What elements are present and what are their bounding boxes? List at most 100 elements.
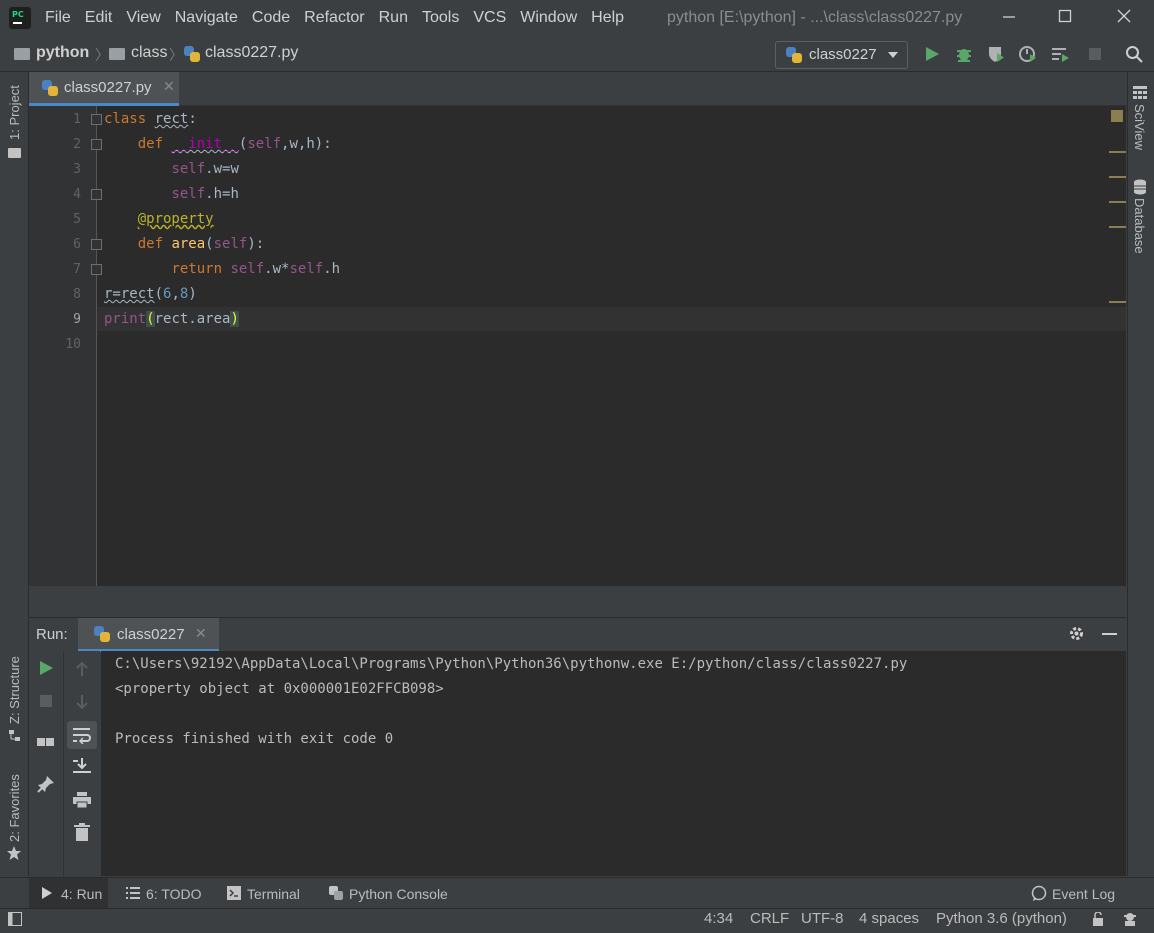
indent-setting[interactable]: 4 spaces [859, 910, 919, 927]
rerun-button[interactable] [38, 660, 54, 680]
run-tab-class0227[interactable]: class0227 ✕ [78, 618, 219, 652]
navigation-bar: python 〉 class 〉 class0227.py class0227 [0, 37, 1154, 72]
console-line: <property object at 0x000001E02FFCB098> [115, 681, 444, 697]
fold-marker-icon[interactable] [91, 239, 102, 250]
coverage-button[interactable] [987, 45, 1005, 63]
python-console-tool-tab[interactable]: Python Console [349, 886, 448, 902]
run-icon [926, 47, 939, 61]
scroll-up-button[interactable] [74, 661, 90, 681]
caret-position[interactable]: 4:34 [704, 910, 733, 927]
run-icon [40, 661, 53, 675]
run-configuration-select[interactable]: class0227 [775, 41, 908, 69]
maximize-button[interactable] [1052, 6, 1078, 30]
menu-refactor[interactable]: Refactor [304, 9, 364, 27]
star-icon [6, 845, 22, 865]
print-button[interactable] [73, 792, 91, 812]
editor-tab-label: class0227.py [64, 79, 152, 96]
close-tab-icon[interactable]: ✕ [163, 79, 175, 95]
scroll-to-end-button[interactable] [72, 757, 92, 779]
breadcrumb-file[interactable]: class0227.py [205, 44, 298, 62]
stop-icon [40, 695, 52, 707]
line-number: 3 [73, 162, 81, 177]
search-everywhere-button[interactable] [1125, 45, 1143, 63]
breadcrumb-folder[interactable]: class [131, 44, 167, 62]
line-separator[interactable]: CRLF [750, 910, 789, 927]
sciview-icon [1133, 86, 1147, 104]
warning-marker[interactable] [1109, 151, 1126, 153]
settings-button[interactable] [1068, 625, 1085, 646]
warning-marker[interactable] [1109, 301, 1126, 303]
hector-inspector-icon[interactable] [1122, 911, 1138, 931]
code-line-3: self.w=w [171, 161, 239, 177]
lock-icon[interactable] [1092, 911, 1106, 931]
menu-navigate[interactable]: Navigate [175, 9, 238, 27]
arrow-up-icon [76, 661, 88, 676]
menu-tools[interactable]: Tools [422, 9, 459, 27]
line-number: 5 [73, 212, 81, 227]
clear-all-button[interactable] [74, 823, 90, 845]
pin-tab-button[interactable] [37, 775, 55, 797]
run-button[interactable] [923, 45, 941, 63]
project-tool-tab[interactable]: 1: Project [7, 85, 22, 140]
fold-marker-icon[interactable] [91, 264, 102, 275]
close-tab-icon[interactable]: ✕ [195, 626, 207, 642]
line-number: 6 [73, 237, 81, 252]
sciview-tool-tab[interactable]: SciView [1132, 104, 1147, 150]
stop-button[interactable] [39, 694, 53, 712]
breadcrumb-separator: 〉 [95, 48, 109, 64]
warning-marker[interactable] [1109, 176, 1126, 178]
todo-tool-tab[interactable]: 6: TODO [146, 886, 202, 902]
menu-window[interactable]: Window [520, 9, 577, 27]
database-tool-tab[interactable]: Database [1132, 198, 1147, 254]
console-line: C:\Users\92192\AppData\Local\Programs\Py… [115, 656, 908, 672]
warning-marker[interactable] [1109, 201, 1126, 203]
favorites-tool-tab[interactable]: 2: Favorites [7, 774, 22, 842]
close-button[interactable] [1111, 6, 1137, 30]
run-toolbar-primary [29, 651, 64, 876]
menu-view[interactable]: View [126, 9, 160, 27]
code-line-7: return self.w*self.h [171, 261, 341, 277]
python-interpreter[interactable]: Python 3.6 (python) [936, 910, 1067, 927]
fold-marker-icon[interactable] [91, 139, 102, 150]
restore-layout-button[interactable] [37, 735, 55, 753]
maximize-icon [1058, 9, 1072, 23]
debug-button[interactable] [955, 45, 973, 63]
toggle-tool-windows-icon[interactable] [8, 912, 22, 930]
fold-marker-icon[interactable] [91, 114, 102, 125]
hide-panel-button[interactable] [1101, 625, 1118, 646]
menu-code[interactable]: Code [252, 9, 290, 27]
warning-marker[interactable] [1109, 226, 1126, 228]
concurrency-button[interactable] [1051, 45, 1069, 63]
profile-button[interactable] [1019, 45, 1037, 63]
event-log-tool-tab[interactable]: Event Log [1052, 886, 1115, 902]
fold-marker-icon[interactable] [91, 189, 102, 200]
menu-help[interactable]: Help [591, 9, 624, 27]
inspection-status-icon[interactable] [1111, 110, 1123, 122]
code-line-6: def area(self): [137, 236, 265, 252]
scroll-down-button[interactable] [74, 694, 90, 714]
menu-vcs[interactable]: VCS [473, 9, 506, 27]
line-number: 9 [73, 312, 81, 327]
code-line-4: self.h=h [171, 186, 239, 202]
code-line-5: @property [137, 211, 214, 227]
scroll-end-icon [73, 758, 91, 773]
run-panel-label: Run: [36, 626, 68, 643]
run-tool-icon [41, 887, 53, 903]
file-encoding[interactable]: UTF-8 [801, 910, 844, 927]
editor-gutter: 1 2 3 4 5 6 7 8 9 10 [29, 106, 97, 586]
code-line-9: print(rect.area) [104, 311, 239, 327]
soft-wrap-button[interactable] [67, 721, 97, 749]
minimize-button[interactable] [996, 6, 1022, 30]
terminal-tool-tab[interactable]: Terminal [247, 886, 300, 902]
structure-tool-tab[interactable]: Z: Structure [7, 656, 22, 724]
code-editor[interactable] [29, 106, 1126, 586]
editor-tab-class0227[interactable]: class0227.py ✕ [29, 72, 179, 106]
menu-run[interactable]: Run [379, 9, 408, 27]
structure-icon [9, 730, 21, 746]
menu-file[interactable]: File [45, 9, 71, 27]
run-tool-tab[interactable]: 4: Run [61, 886, 102, 902]
stop-button[interactable] [1086, 45, 1104, 63]
arrow-down-icon [76, 695, 88, 710]
menu-edit[interactable]: Edit [85, 9, 113, 27]
breadcrumb-project[interactable]: python [36, 44, 89, 62]
